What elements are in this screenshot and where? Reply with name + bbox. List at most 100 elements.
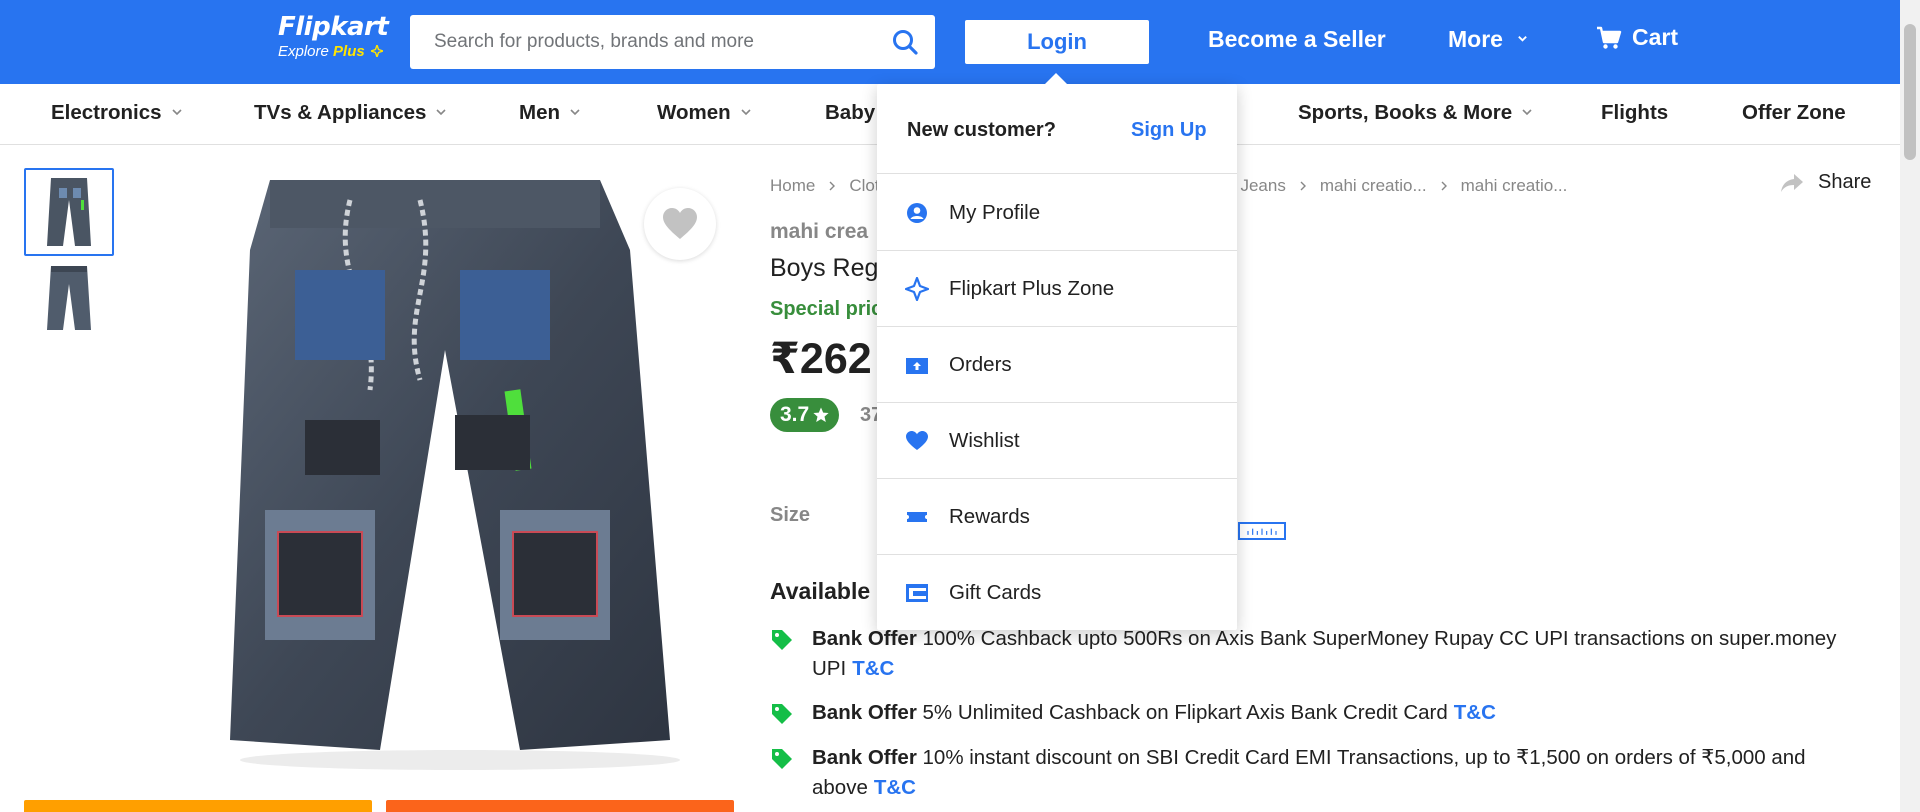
product-thumbnail-2[interactable]: [24, 254, 114, 342]
buy-now-button[interactable]: [386, 800, 734, 812]
menu-item-label: Rewards: [949, 504, 1030, 528]
logo-tagline: Explore Plus: [278, 43, 394, 61]
breadcrumb-item[interactable]: mahi creatio...: [1320, 176, 1427, 195]
add-to-cart-button[interactable]: [24, 800, 372, 812]
heart-icon: [663, 208, 697, 239]
product-price: ₹262: [770, 335, 872, 383]
logo-explore-text: Explore: [278, 43, 329, 60]
menu-item-label: My Profile: [949, 200, 1041, 224]
category-label: Baby: [825, 101, 876, 124]
menu-item-orders[interactable]: Orders: [877, 327, 1237, 403]
breadcrumb-item[interactable]: Home: [770, 176, 815, 195]
category-flights[interactable]: Flights: [1601, 101, 1668, 125]
login-button[interactable]: Login: [965, 20, 1149, 64]
menu-item-label: Flipkart Plus Zone: [949, 276, 1115, 300]
chevron-down-icon: [1518, 36, 1528, 42]
login-dropdown-menu: New customer? Sign Up My Profile Flipkar…: [877, 73, 1237, 631]
rating-badge: 3.7: [770, 398, 840, 432]
breadcrumb-item[interactable]: Clot: [849, 176, 879, 195]
menu-item-my-profile[interactable]: My Profile: [877, 175, 1237, 251]
offer-tc-link[interactable]: T&C: [852, 657, 894, 680]
category-electronics[interactable]: Electronics: [51, 101, 183, 125]
category-baby[interactable]: Baby: [825, 101, 875, 125]
search-icon[interactable]: [891, 28, 919, 56]
heart-icon: [906, 430, 928, 450]
plus-star-icon: [370, 45, 383, 57]
chevron-down-icon: [1522, 109, 1532, 116]
offer-text: 10% instant discount on SBI Credit Card …: [812, 746, 1806, 799]
breadcrumb-item[interactable]: mahi creatio...: [1461, 176, 1568, 195]
dropdown-header: New customer? Sign Up: [877, 84, 1237, 174]
new-customer-text: New customer?: [907, 119, 1056, 141]
logo-brand: Flipkart: [278, 12, 389, 42]
menu-item-label: Wishlist: [949, 428, 1020, 452]
offer-tag-icon: [772, 630, 792, 650]
category-label: Men: [519, 101, 560, 124]
offer-tag-icon: [772, 749, 792, 769]
more-menu[interactable]: More: [1448, 26, 1528, 53]
category-label: Sports, Books & More: [1298, 101, 1513, 124]
login-label: Login: [1027, 29, 1087, 54]
menu-item-wishlist[interactable]: Wishlist: [877, 403, 1237, 479]
menu-item-label: Orders: [949, 352, 1012, 376]
offer-text: 5% Unlimited Cashback on Flipkart Axis B…: [922, 701, 1448, 724]
more-label: More: [1448, 26, 1503, 52]
category-women[interactable]: Women: [657, 101, 752, 125]
category-men[interactable]: Men: [519, 101, 581, 125]
offer-type: Bank Offer: [812, 701, 917, 724]
scrollbar-thumb[interactable]: [1904, 24, 1916, 160]
share-button[interactable]: Share: [1780, 171, 1871, 194]
special-price-label: Special pric: [770, 298, 883, 320]
rewards-icon: [907, 511, 927, 522]
cart-link[interactable]: Cart: [1596, 24, 1678, 51]
jeans-thumbnail-image: [47, 266, 91, 330]
menu-item-rewards[interactable]: Rewards: [877, 479, 1237, 555]
search-bar: [410, 15, 935, 69]
wishlist-button[interactable]: [644, 188, 716, 260]
chevron-down-icon: [570, 109, 580, 116]
chevron-down-icon: [171, 109, 182, 116]
category-label: Women: [657, 101, 731, 124]
jeans-thumbnail-image: [47, 178, 91, 246]
gift-card-icon: [906, 584, 928, 602]
offer-text: 100% Cashback upto 500Rs on Axis Bank Su…: [812, 627, 1837, 680]
cart-icon: [1597, 26, 1622, 49]
offer-type: Bank Offer: [812, 746, 917, 769]
menu-item-plus-zone[interactable]: Flipkart Plus Zone: [877, 251, 1237, 327]
product-brand: mahi crea: [770, 220, 869, 243]
category-label: Electronics: [51, 101, 162, 124]
dropdown-caret: [1045, 73, 1067, 84]
rating-value: 3.7: [780, 403, 810, 426]
chevron-down-icon: [741, 109, 751, 116]
menu-item-gift-cards[interactable]: Gift Cards: [877, 555, 1237, 631]
top-header: Flipkart Explore Plus Login Become a Sel…: [0, 0, 1920, 84]
category-sports-books[interactable]: Sports, Books & More: [1298, 101, 1533, 125]
category-tvs-appliances[interactable]: TVs & Appliances: [254, 101, 447, 125]
product-main-image[interactable]: [200, 160, 720, 780]
logo-plus-text: Plus: [333, 43, 365, 60]
become-seller-label: Become a Seller: [1208, 26, 1386, 52]
category-offer-zone[interactable]: Offer Zone: [1742, 101, 1846, 125]
orders-icon: [906, 357, 928, 374]
offer-tc-link[interactable]: T&C: [1454, 701, 1496, 724]
plus-zone-icon: [905, 276, 929, 301]
category-label: Flights: [1601, 101, 1669, 124]
sign-up-link[interactable]: Sign Up: [1131, 119, 1207, 142]
offer-item: Bank Offer 10% instant discount on SBI C…: [770, 743, 1890, 803]
search-input[interactable]: [410, 15, 870, 69]
product-title: Boys Reg: [770, 254, 879, 282]
size-label: Size: [770, 504, 811, 526]
offer-tag-icon: [772, 704, 792, 724]
share-label: Share: [1818, 171, 1872, 193]
chevron-right-icon: [1441, 181, 1447, 191]
flipkart-logo[interactable]: Flipkart Explore Plus: [278, 12, 394, 68]
size-chart-icon[interactable]: [1238, 522, 1286, 540]
breadcrumb-tail: s' Jeans mahi creatio... mahi creatio...: [1224, 176, 1567, 196]
become-seller-link[interactable]: Become a Seller: [1208, 26, 1386, 53]
product-thumbnail-1[interactable]: [24, 168, 114, 256]
chevron-down-icon: [436, 109, 446, 116]
menu-item-label: Gift Cards: [949, 581, 1042, 604]
offer-tc-link[interactable]: T&C: [874, 776, 916, 799]
category-label: TVs & Appliances: [254, 101, 427, 124]
offer-item: Bank Offer 100% Cashback upto 500Rs on A…: [770, 624, 1890, 684]
